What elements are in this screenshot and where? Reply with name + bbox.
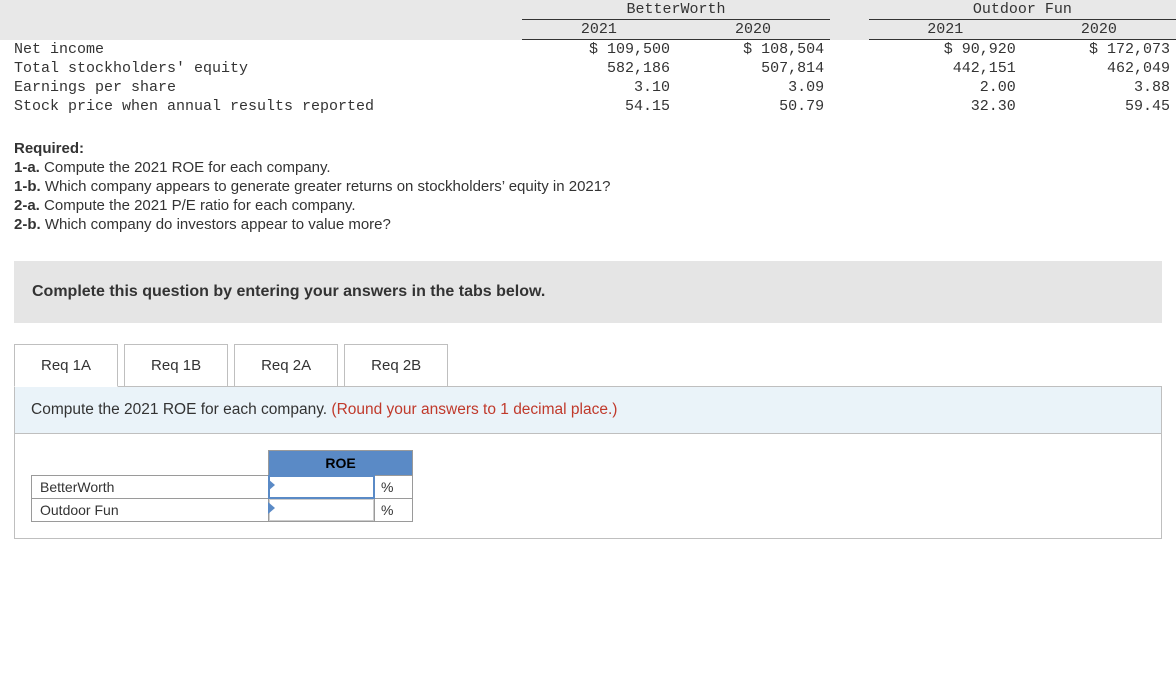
row-label: Stock price when annual results reported [0,97,522,116]
unit-label: % [375,476,413,499]
year-header: 2020 [676,20,830,40]
cell: $ 172,073 [1022,40,1176,60]
roe-input-cell [269,476,375,499]
answer-table: ROE BetterWorth % Outdoor Fun % [31,450,413,522]
tab-panel: Compute the 2021 ROE for each company. (… [14,386,1162,539]
tab-req-1b[interactable]: Req 1B [124,344,228,387]
roe-input-outdoorfun[interactable] [269,499,374,521]
row-label: Total stockholders' equity [0,59,522,78]
tab-bar: Req 1A Req 1B Req 2A Req 2B [14,343,1176,386]
row-label: Net income [0,40,522,60]
required-heading: Required: [14,140,1162,157]
unit-label: % [375,499,413,522]
cell: 462,049 [1022,59,1176,78]
year-header: 2021 [522,20,676,40]
req-item: 1-b. Which company appears to generate g… [14,178,1162,195]
year-header: 2021 [869,20,1022,40]
cell: 3.10 [522,78,676,97]
roe-input-cell [269,499,375,522]
row-label: Earnings per share [0,78,522,97]
company-header-2: Outdoor Fun [869,0,1176,20]
tab-req-1a[interactable]: Req 1A [14,344,118,387]
cell: 3.09 [676,78,830,97]
cell: 54.15 [522,97,676,116]
roe-input-betterworth[interactable] [269,476,374,498]
cell: 3.88 [1022,78,1176,97]
req-item: 1-a. Compute the 2021 ROE for each compa… [14,159,1162,176]
company-header-1: BetterWorth [522,0,830,20]
cell: $ 109,500 [522,40,676,60]
cell: 59.45 [1022,97,1176,116]
answer-row-label: Outdoor Fun [32,499,269,522]
cell: 507,814 [676,59,830,78]
cell: 32.30 [869,97,1022,116]
tab-req-2a[interactable]: Req 2A [234,344,338,387]
cell: 2.00 [869,78,1022,97]
cell: $ 90,920 [869,40,1022,60]
instruction-box: Complete this question by entering your … [14,261,1162,323]
cell: 442,151 [869,59,1022,78]
cell: 50.79 [676,97,830,116]
prompt-text: Compute the 2021 ROE for each company. [31,401,331,418]
prompt-bar: Compute the 2021 ROE for each company. (… [15,387,1161,434]
req-item: 2-b. Which company do investors appear t… [14,216,1162,233]
req-item: 2-a. Compute the 2021 P/E ratio for each… [14,197,1162,214]
answer-row-label: BetterWorth [32,476,269,499]
tab-req-2b[interactable]: Req 2B [344,344,448,387]
cell: 582,186 [522,59,676,78]
financial-data-table: BetterWorth Outdoor Fun 2021 2020 2021 2… [0,0,1176,116]
prompt-hint: (Round your answers to 1 decimal place.) [331,401,617,418]
cell: $ 108,504 [676,40,830,60]
answer-col-header: ROE [269,451,413,476]
year-header: 2020 [1022,20,1176,40]
